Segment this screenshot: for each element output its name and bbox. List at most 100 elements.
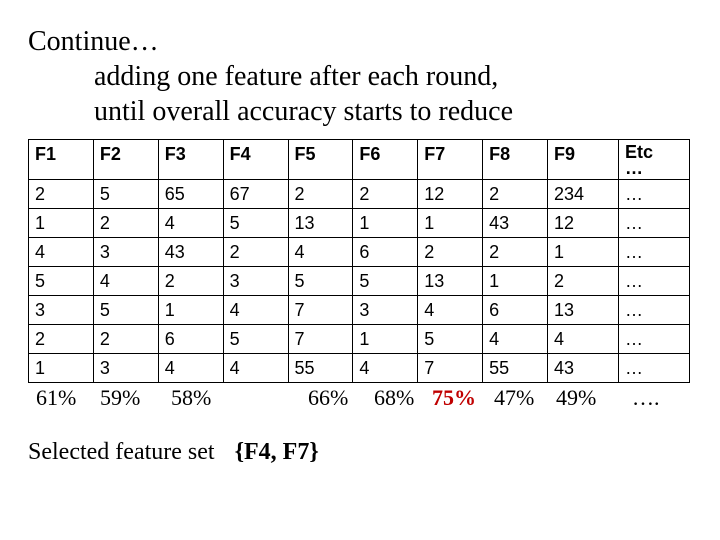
etc-bot: …	[625, 158, 643, 178]
acc-f3: 58%	[171, 385, 211, 411]
cell: 4	[288, 238, 353, 267]
cell: 2	[93, 209, 158, 238]
table-body: 25656722122234…124513114312…4343246221…5…	[29, 180, 690, 383]
col-header-f9: F9	[548, 140, 619, 180]
acc-f1: 61%	[36, 385, 76, 411]
cell: 5	[288, 267, 353, 296]
cell: 4	[158, 209, 223, 238]
cell: 7	[418, 354, 483, 383]
acc-f7: 75%	[432, 385, 476, 411]
col-header-f3: F3	[158, 140, 223, 180]
cell: 3	[353, 296, 418, 325]
cell: 6	[483, 296, 548, 325]
col-header-f6: F6	[353, 140, 418, 180]
cell: 2	[29, 325, 94, 354]
cell: 5	[353, 267, 418, 296]
cell: 3	[223, 267, 288, 296]
cell: 2	[483, 238, 548, 267]
col-header-etc: Etc …	[618, 140, 689, 180]
cell: 5	[93, 180, 158, 209]
cell: 7	[288, 325, 353, 354]
col-header-f5: F5	[288, 140, 353, 180]
cell: 2	[223, 238, 288, 267]
cell: 12	[548, 209, 619, 238]
cell: 1	[158, 296, 223, 325]
cell: 6	[353, 238, 418, 267]
cell: 4	[418, 296, 483, 325]
cell: 1	[548, 238, 619, 267]
table-header-row: F1 F2 F3 F4 F5 F6 F7 F8 F9 Etc …	[29, 140, 690, 180]
table-row: 134455475543…	[29, 354, 690, 383]
col-header-f7: F7	[418, 140, 483, 180]
selected-feature-line: Selected feature set {F4, F7}	[28, 439, 692, 466]
selected-set: {F4, F7}	[221, 439, 319, 465]
cell: 4	[223, 354, 288, 383]
cell: 5	[29, 267, 94, 296]
cell: 1	[29, 354, 94, 383]
cell: 2	[548, 267, 619, 296]
cell: …	[618, 238, 689, 267]
cell: 4	[353, 354, 418, 383]
cell: 2	[353, 180, 418, 209]
selected-label: Selected feature set	[28, 439, 215, 465]
cell: 1	[353, 325, 418, 354]
cell: 5	[93, 296, 158, 325]
cell: 13	[418, 267, 483, 296]
cell: 7	[288, 296, 353, 325]
table-row: 4343246221…	[29, 238, 690, 267]
cell: 3	[93, 354, 158, 383]
cell: 67	[223, 180, 288, 209]
cell: 4	[223, 296, 288, 325]
cell: 1	[353, 209, 418, 238]
cell: 43	[548, 354, 619, 383]
cell: 65	[158, 180, 223, 209]
cell: 5	[223, 209, 288, 238]
col-header-f2: F2	[93, 140, 158, 180]
cell: 2	[288, 180, 353, 209]
cell: 13	[548, 296, 619, 325]
cell: 4	[483, 325, 548, 354]
cell: 43	[158, 238, 223, 267]
col-header-f4: F4	[223, 140, 288, 180]
cell: 1	[29, 209, 94, 238]
cell: …	[618, 354, 689, 383]
cell: 4	[93, 267, 158, 296]
cell: 2	[483, 180, 548, 209]
acc-f2: 59%	[100, 385, 140, 411]
title-line-3: until overall accuracy starts to reduce	[28, 94, 692, 129]
cell: …	[618, 209, 689, 238]
cell: …	[618, 296, 689, 325]
cell: 55	[483, 354, 548, 383]
cell: 1	[418, 209, 483, 238]
table-row: 124513114312…	[29, 209, 690, 238]
cell: …	[618, 180, 689, 209]
cell: 6	[158, 325, 223, 354]
accuracy-row: 61% 59% 58% 66% 68% 75% 47% 49% ….	[28, 385, 690, 413]
acc-f8: 47%	[494, 385, 534, 411]
cell: 12	[418, 180, 483, 209]
cell: 4	[29, 238, 94, 267]
cell: …	[618, 325, 689, 354]
cell: 5	[418, 325, 483, 354]
cell: 4	[158, 354, 223, 383]
cell: 2	[93, 325, 158, 354]
cell: 2	[29, 180, 94, 209]
table-row: 25656722122234…	[29, 180, 690, 209]
cell: 43	[483, 209, 548, 238]
cell: 3	[93, 238, 158, 267]
cell: 5	[223, 325, 288, 354]
title-line-1: Continue…	[28, 24, 692, 59]
acc-etc: ….	[632, 385, 660, 411]
col-header-f8: F8	[483, 140, 548, 180]
table-row: 3514734613…	[29, 296, 690, 325]
cell: 2	[418, 238, 483, 267]
acc-f6: 68%	[374, 385, 414, 411]
cell: 13	[288, 209, 353, 238]
cell: 1	[483, 267, 548, 296]
cell: 234	[548, 180, 619, 209]
title-line-2: adding one feature after each round,	[28, 59, 692, 94]
acc-f9: 49%	[556, 385, 596, 411]
cell: 55	[288, 354, 353, 383]
table-row: 5423551312…	[29, 267, 690, 296]
table-row: 226571544…	[29, 325, 690, 354]
